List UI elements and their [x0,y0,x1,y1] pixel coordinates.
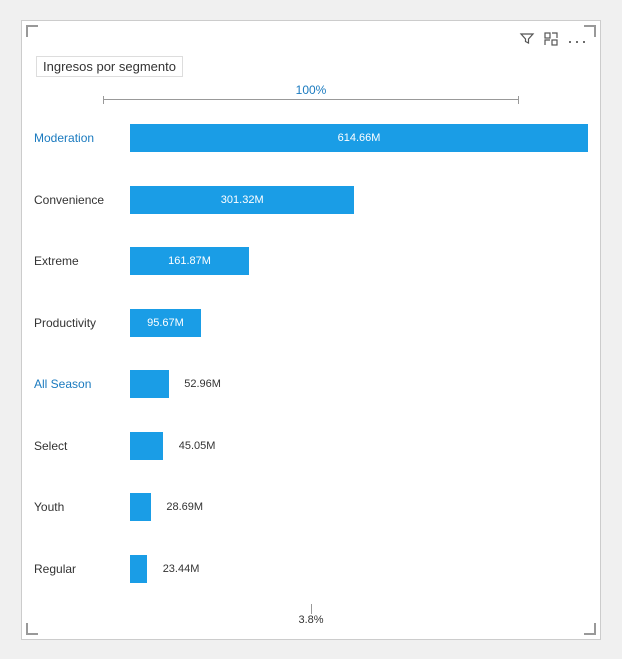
bottom-tick [311,604,312,614]
bar: 95.67M [130,309,201,337]
bar-value-inside: 95.67M [143,317,188,329]
bar-track: 95.67M [130,305,588,341]
bar-row: Extreme 161.87M [34,243,588,279]
bar-track: 52.96M [130,366,588,402]
row-label: Select [34,439,124,453]
bar-value-outside: 45.05M [179,440,216,452]
bar-row: Convenience 301.32M [34,182,588,218]
row-label: Convenience [34,193,124,207]
bar-value-outside: 28.69M [166,501,203,513]
bar-value-outside: 52.96M [184,378,221,390]
focus-mode-icon[interactable] [543,31,559,52]
chart-card: ··· Ingresos por segmento 100% Moderatio… [21,20,601,640]
bar: 614.66M [130,124,588,152]
chart-area: 100% Moderation 614.66M Convenience 301.32M… [34,83,588,626]
bottom-percent-label: 3.8% [298,614,323,626]
bar: 45.05M [130,432,163,460]
bar-track: 45.05M [130,428,588,464]
corner-tr [584,25,596,37]
corner-tl [26,25,38,37]
bar-row: Youth 28.69M [34,489,588,525]
bar-row: Productivity 95.67M [34,305,588,341]
corner-bl [26,623,38,635]
bar-row: Moderation 614.66M [34,120,588,156]
bars-container: Moderation 614.66M Convenience 301.32M Extre… [34,108,588,600]
bar-value-outside: 23.44M [163,563,200,575]
bar-row: Regular 23.44M [34,551,588,587]
bar: 23.44M [130,555,147,583]
bar: 161.87M [130,247,249,275]
top-percent-label: 100% [34,83,588,97]
bar-value-inside: 161.87M [164,255,215,267]
row-label: All Season [34,377,124,391]
row-label: Productivity [34,316,124,330]
bar-track: 614.66M [130,120,588,156]
bar: 301.32M [130,186,354,214]
bar-value-inside: 614.66M [334,132,385,144]
chart-title: Ingresos por segmento [36,56,183,77]
bar-value-inside: 301.32M [217,194,268,206]
bar-track: 23.44M [130,551,588,587]
row-label: Moderation [34,131,124,145]
bar: 28.69M [130,493,151,521]
filter-icon[interactable] [519,31,535,52]
bar-row: All Season 52.96M [34,366,588,402]
bar-row: Select 45.05M [34,428,588,464]
toolbar: ··· [34,31,588,52]
bar-track: 28.69M [130,489,588,525]
bar-track: 301.32M [130,182,588,218]
row-label: Extreme [34,254,124,268]
row-label: Youth [34,500,124,514]
top-axis-line [103,99,519,100]
corner-br [584,623,596,635]
bar: 52.96M [130,370,169,398]
bottom-axis-area: 3.8% [34,604,588,626]
row-label: Regular [34,562,124,576]
bar-track: 161.87M [130,243,588,279]
